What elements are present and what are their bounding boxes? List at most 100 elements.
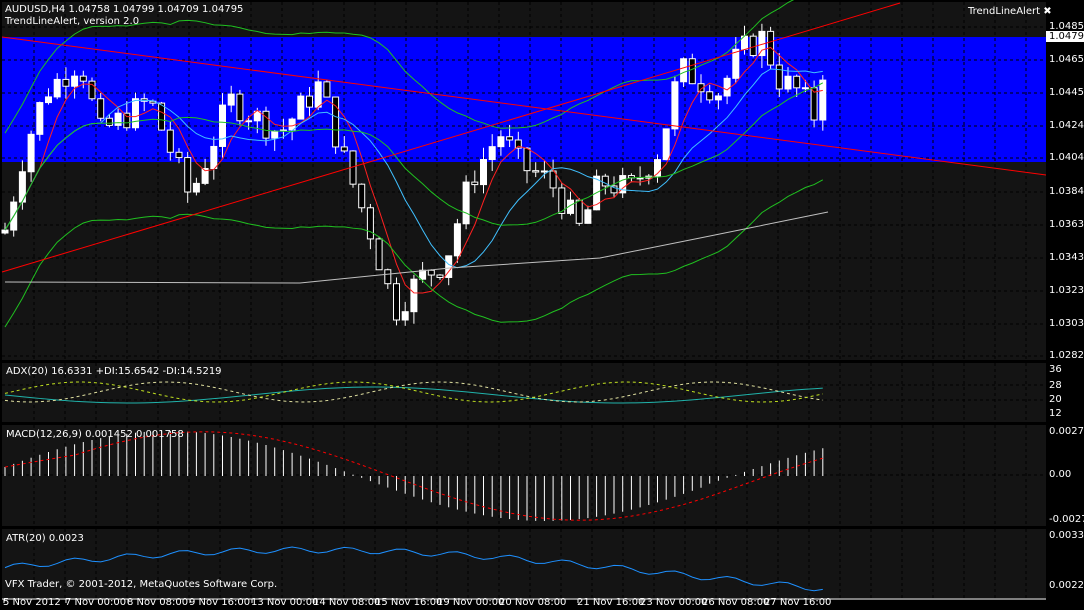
indicator-name: TrendLineAlert, version 2.0 <box>5 16 140 27</box>
time-axis-label: 23 Nov 00:00 <box>640 597 708 608</box>
bear-candle <box>793 75 801 89</box>
time-axis-label: 26 Nov 08:00 <box>702 597 770 608</box>
bull-candle <box>53 78 61 98</box>
bear-candle <box>532 170 540 173</box>
bear-candle <box>97 98 105 119</box>
bull-candle <box>1 229 9 234</box>
bull-candle <box>410 278 418 313</box>
bull-candle <box>732 48 740 79</box>
bear-candle <box>358 183 366 209</box>
indicator-axis-label: 0.0033 <box>1049 530 1084 541</box>
bull-candle <box>227 93 235 106</box>
bear-candle <box>523 147 531 172</box>
time-axis-label: 27 Nov 16:00 <box>764 597 832 608</box>
price-axis-label: 1.04045 <box>1049 152 1084 163</box>
bull-candle <box>784 75 792 90</box>
bull-candle <box>488 146 496 161</box>
bull-candle <box>314 81 322 108</box>
trendline-alert-panel: TrendLineAlert ✖ <box>968 6 1052 17</box>
bear-candle <box>375 238 383 271</box>
bear-candle <box>184 157 192 193</box>
price-axis-label: 1.03840 <box>1049 186 1084 197</box>
time-axis-label: 20 Nov 08:00 <box>499 597 567 608</box>
close-x-icon[interactable]: ✖ <box>1043 6 1051 17</box>
bull-candle <box>219 104 226 147</box>
indicator-axis-label: -0.00272 <box>1049 514 1084 525</box>
bear-candle <box>323 81 331 98</box>
indicator-axis-label: 0.0022 <box>1049 580 1084 591</box>
time-axis-label: 8 Nov 08:00 <box>127 597 189 608</box>
adx-label: ADX(20) 16.6331 +DI:15.6542 -DI:14.5219 <box>6 366 222 377</box>
indicator-axis-label: 12 <box>1049 408 1062 419</box>
bull-candle <box>540 170 548 173</box>
bear-candle <box>175 151 183 159</box>
copyright: VFX Trader, © 2001-2012, MetaQuotes Soft… <box>5 579 278 590</box>
bear-candle <box>105 117 113 126</box>
bull-candle <box>584 209 592 224</box>
bear-candle <box>471 181 479 186</box>
time-axis-label: 21 Nov 16:00 <box>577 597 645 608</box>
time-axis-label: 14 Nov 08:00 <box>313 597 381 608</box>
bear-candle <box>166 129 174 153</box>
indicator-axis-label: 20 <box>1049 394 1062 405</box>
bear-candle <box>366 207 374 240</box>
bull-candle <box>480 159 487 186</box>
symbol-header: AUDUSD,H4 1.04758 1.04799 1.04709 1.0479… <box>5 4 244 15</box>
bear-candle <box>775 64 783 90</box>
bull-candle <box>401 311 409 321</box>
indicator-axis-label: 28 <box>1049 380 1062 391</box>
bear-candle <box>688 58 696 85</box>
bull-candle <box>27 133 35 173</box>
price-axis-label: 1.04650 <box>1049 54 1084 65</box>
price-axis-label: 1.04855 <box>1049 21 1084 32</box>
bull-candle <box>36 102 44 135</box>
bear-candle <box>158 102 166 131</box>
price-axis-label: 1.03030 <box>1049 318 1084 329</box>
bull-candle <box>419 269 427 280</box>
bull-candle <box>714 95 722 101</box>
bull-candle <box>723 77 731 97</box>
bear-candle <box>427 269 435 276</box>
indicator-axis-label: 0.00 <box>1049 469 1072 480</box>
alert-zone-band <box>2 37 1046 162</box>
bull-candle <box>210 145 218 170</box>
bull-candle <box>192 182 200 193</box>
bear-candle <box>436 274 444 278</box>
time-axis-label: 13 Nov 00:00 <box>251 597 319 608</box>
price-axis-label: 1.03435 <box>1049 252 1084 263</box>
bull-candle <box>271 130 279 139</box>
bear-candle <box>123 112 131 129</box>
alert-label: TrendLineAlert <box>968 6 1041 17</box>
bull-candle <box>71 75 79 87</box>
bull-candle <box>497 136 505 148</box>
bear-candle <box>62 78 70 87</box>
bear-candle <box>393 283 400 321</box>
bear-candle <box>384 269 392 285</box>
bull-candle <box>114 112 122 126</box>
bull-candle <box>297 95 305 120</box>
current-price-label: 1.04795 <box>1046 31 1084 42</box>
bull-candle <box>132 98 139 129</box>
bull-candle <box>801 87 809 90</box>
time-axis-label: 19 Nov 00:00 <box>437 597 505 608</box>
bull-candle <box>462 181 470 225</box>
bear-candle <box>575 199 583 224</box>
indicator-axis-label: 36 <box>1049 364 1062 375</box>
bear-candle <box>79 75 87 82</box>
price-axis-label: 1.04450 <box>1049 87 1084 98</box>
time-axis-label: 5 Nov 2012 <box>3 597 61 608</box>
chart-canvas[interactable] <box>0 0 1084 610</box>
bull-candle <box>45 96 52 104</box>
time-axis-label: 15 Nov 16:00 <box>375 597 443 608</box>
bull-candle <box>671 81 679 130</box>
bull-candle <box>662 128 670 161</box>
bear-candle <box>245 120 253 123</box>
time-axis-label: 7 Nov 00:00 <box>65 597 127 608</box>
macd-label: MACD(12,26,9) 0.001452 0.001758 <box>6 429 184 440</box>
bear-candle <box>706 91 714 101</box>
bear-candle <box>340 146 348 152</box>
price-axis-label: 1.02825 <box>1049 350 1084 361</box>
price-axis-label: 1.03635 <box>1049 219 1084 230</box>
atr-label: ATR(20) 0.0023 <box>6 533 84 544</box>
time-axis-label: 9 Nov 16:00 <box>189 597 251 608</box>
